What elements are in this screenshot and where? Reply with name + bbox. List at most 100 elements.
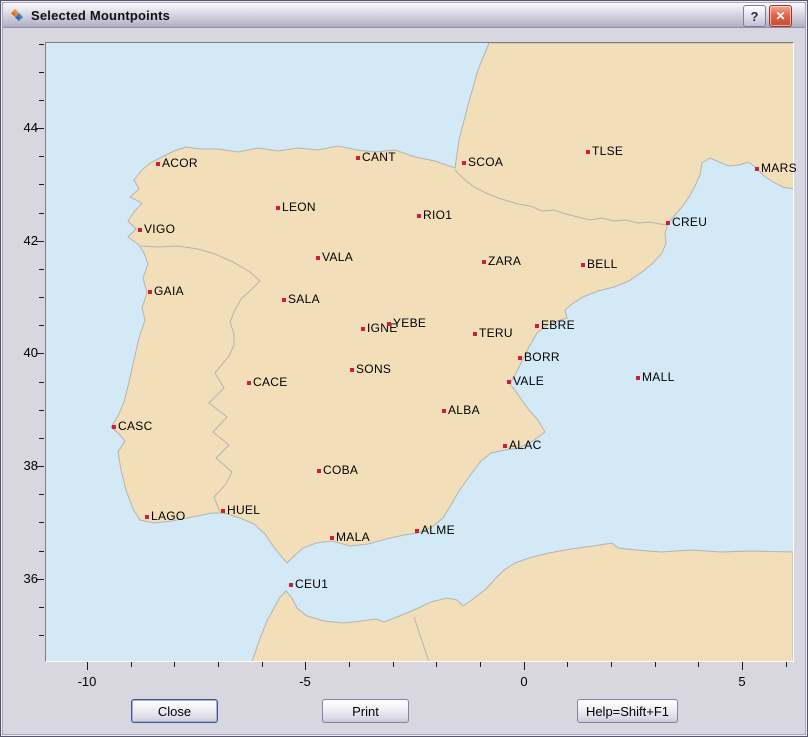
station-marker	[417, 214, 421, 218]
station-label: VALA	[322, 250, 353, 264]
station-label: MALA	[336, 530, 370, 544]
y-axis-label: 42	[8, 233, 38, 248]
station-marker	[442, 409, 446, 413]
y-minor-tick	[39, 44, 44, 45]
station-label: ALBA	[448, 403, 480, 417]
y-minor-tick	[39, 438, 44, 439]
y-axis-label: 38	[8, 458, 38, 473]
station-label: MALL	[642, 370, 675, 384]
station-label: YEBE	[393, 316, 426, 330]
x-minor-tick	[786, 662, 787, 667]
selected-mountpoints-window: Selected Mountpoints ? ✕ -10 -5 0 5 44 42 40 38…	[0, 0, 808, 737]
station-marker	[518, 356, 522, 360]
station-marker	[317, 469, 321, 473]
x-axis-label: -5	[285, 674, 325, 689]
station-label: SONS	[356, 362, 391, 376]
station-marker	[112, 425, 116, 429]
station-marker	[586, 150, 590, 154]
station-marker	[473, 332, 477, 336]
y-minor-tick	[39, 156, 44, 157]
station-label: SCOA	[468, 155, 503, 169]
station-marker	[156, 162, 160, 166]
y-axis-label: 44	[8, 120, 38, 135]
close-button[interactable]: Close	[131, 699, 218, 723]
y-minor-tick	[39, 607, 44, 608]
station-label: TERU	[479, 326, 513, 340]
x-minor-tick	[436, 662, 437, 667]
station-label: ALME	[421, 523, 455, 537]
close-icon: ✕	[775, 9, 785, 23]
station-label: COBA	[323, 463, 358, 477]
x-minor-tick	[655, 662, 656, 667]
y-axis-label: 40	[8, 345, 38, 360]
x-minor-tick	[698, 662, 699, 667]
station-marker	[350, 368, 354, 372]
station-marker	[755, 167, 759, 171]
station-label: LAGO	[151, 509, 186, 523]
station-marker	[316, 256, 320, 260]
station-marker	[387, 322, 391, 326]
y-minor-tick	[39, 410, 44, 411]
station-marker	[482, 260, 486, 264]
y-minor-tick	[39, 269, 44, 270]
y-minor-tick	[39, 494, 44, 495]
station-marker	[282, 298, 286, 302]
x-minor-tick	[131, 662, 132, 667]
station-marker	[535, 324, 539, 328]
x-minor-tick	[262, 662, 263, 667]
station-label: TLSE	[592, 144, 623, 158]
station-label: SALA	[288, 292, 320, 306]
station-label: VIGO	[144, 222, 175, 236]
x-minor-tick	[480, 662, 481, 667]
x-major-tick	[87, 662, 88, 670]
station-label: HUEL	[227, 503, 260, 517]
station-label: BELL	[587, 257, 618, 271]
station-label: CACE	[253, 375, 288, 389]
y-minor-tick	[39, 72, 44, 73]
y-minor-tick	[39, 184, 44, 185]
x-major-tick	[524, 662, 525, 670]
window-title: Selected Mountpoints	[31, 8, 170, 23]
y-minor-tick	[39, 213, 44, 214]
y-minor-tick	[39, 551, 44, 552]
station-label: VALE	[513, 374, 544, 388]
titlebar-close-button[interactable]: ✕	[769, 5, 792, 27]
y-minor-tick	[39, 635, 44, 636]
x-axis-label: 0	[504, 674, 544, 689]
station-marker	[361, 327, 365, 331]
station-marker	[462, 161, 466, 165]
x-major-tick	[305, 662, 306, 670]
titlebar-buttons: ? ✕	[743, 5, 792, 27]
station-label: ACOR	[162, 156, 198, 170]
station-label: CASC	[118, 419, 153, 433]
titlebar[interactable]: Selected Mountpoints ? ✕	[3, 3, 805, 28]
station-marker	[666, 221, 670, 225]
help-button[interactable]: Help=Shift+F1	[577, 699, 678, 723]
x-minor-tick	[393, 662, 394, 667]
station-marker	[636, 376, 640, 380]
station-label: RIO1	[423, 208, 452, 222]
station-label: ALAC	[509, 438, 542, 452]
y-minor-tick	[39, 522, 44, 523]
station-marker	[330, 536, 334, 540]
station-label: MARS	[761, 161, 797, 175]
x-minor-tick	[218, 662, 219, 667]
station-marker	[581, 263, 585, 267]
y-minor-tick	[39, 100, 44, 101]
x-axis-label: 5	[722, 674, 762, 689]
y-axis-label: 36	[8, 571, 38, 586]
app-icon	[9, 7, 25, 23]
station-marker	[356, 156, 360, 160]
titlebar-help-button[interactable]: ?	[743, 5, 766, 27]
y-minor-tick	[39, 382, 44, 383]
station-marker	[289, 583, 293, 587]
x-minor-tick	[567, 662, 568, 667]
map-svg	[46, 43, 793, 661]
y-minor-tick	[39, 297, 44, 298]
print-button[interactable]: Print	[322, 699, 409, 723]
station-label: LEON	[282, 200, 316, 214]
station-marker	[148, 290, 152, 294]
station-marker	[247, 381, 251, 385]
station-label: GAIA	[154, 284, 184, 298]
x-axis-label: -10	[67, 674, 107, 689]
